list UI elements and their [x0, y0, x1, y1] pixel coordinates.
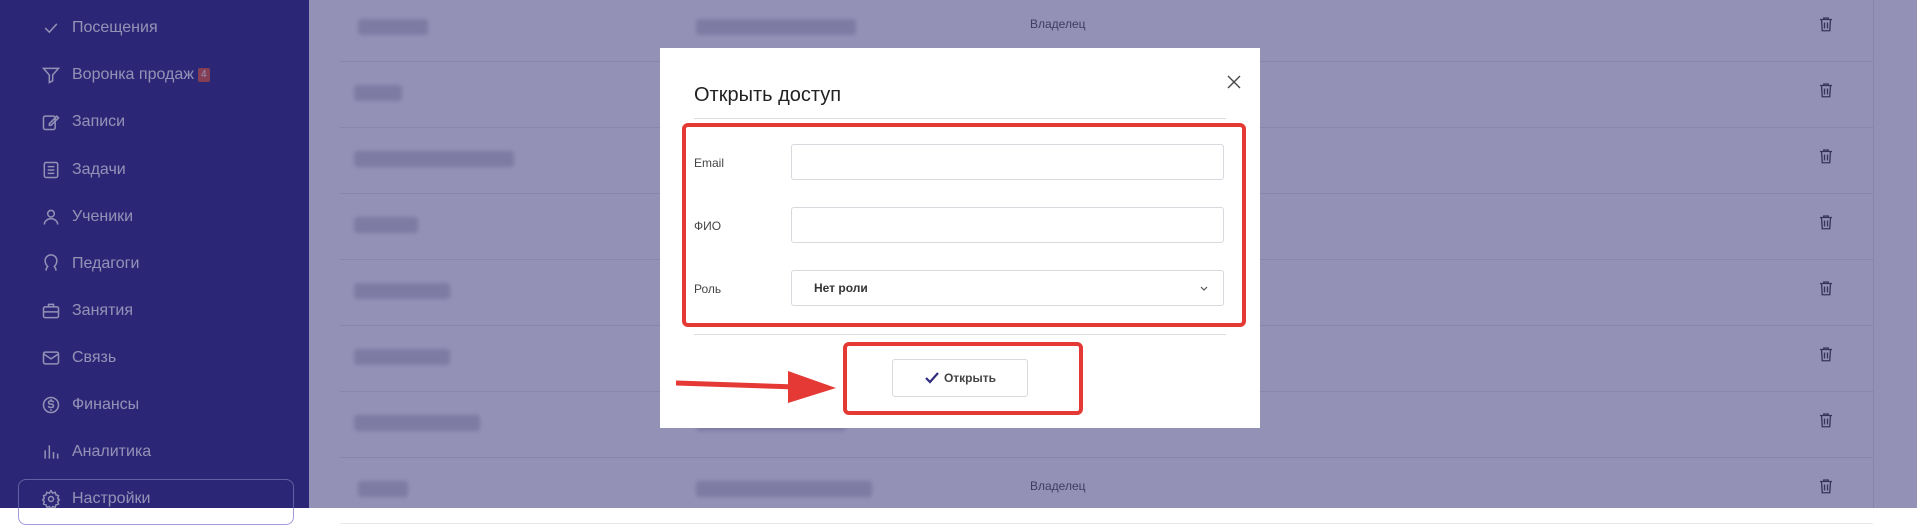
close-icon [1227, 75, 1241, 89]
modal-title: Открыть доступ [694, 84, 842, 106]
close-button[interactable] [1220, 68, 1248, 96]
pointer-arrow-icon [676, 371, 836, 403]
form-fields-highlight [682, 123, 1246, 327]
submit-button-highlight [843, 342, 1083, 415]
modal-divider-top [694, 118, 1226, 119]
modal-divider-bottom [694, 334, 1226, 335]
